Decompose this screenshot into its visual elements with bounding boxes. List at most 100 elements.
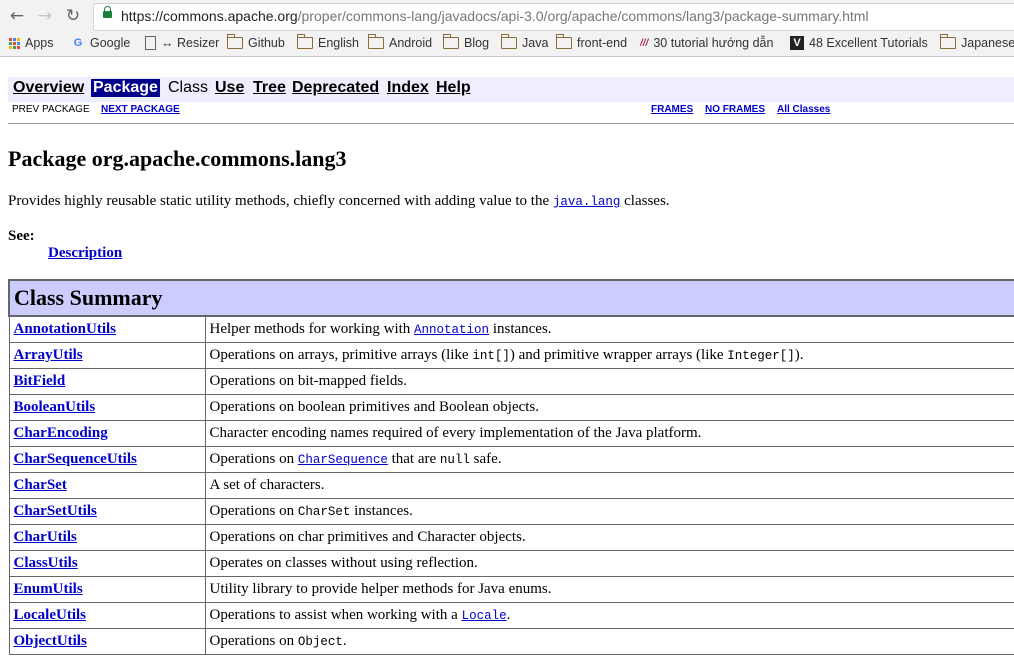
nav-use[interactable]: Use xyxy=(215,79,244,97)
folder-icon xyxy=(556,34,572,49)
code-text: CharSet xyxy=(297,505,351,519)
bookmark-english[interactable]: English xyxy=(297,34,359,50)
bookmarks-bar: Apps G Google ↔ Resizer Github English A… xyxy=(0,32,1014,57)
table-row: CharSequenceUtils Operations on CharSeque… xyxy=(8,446,1014,473)
nav-tree[interactable]: Tree xyxy=(253,79,286,97)
table-row: ObjectUtils Operations on Object. xyxy=(8,628,1014,655)
class-name-cell: BitField xyxy=(8,368,206,395)
table-row: CharSet A set of characters. xyxy=(8,472,1014,499)
class-link[interactable]: ArrayUtils xyxy=(14,347,83,363)
class-link[interactable]: CharSetUtils xyxy=(14,503,97,519)
bookmark-android[interactable]: Android xyxy=(368,34,432,50)
bookmark-front-end[interactable]: front-end xyxy=(556,34,627,50)
class-link[interactable]: CharUtils xyxy=(14,529,77,545)
class-name-cell: ClassUtils xyxy=(8,550,206,577)
class-summary-heading: Class Summary xyxy=(8,279,1014,317)
class-description-cell: A set of characters. xyxy=(204,472,1014,499)
bookmark-apps[interactable]: Apps xyxy=(9,36,54,50)
bookmark-30-tutorial[interactable]: /// 30 tutorial hướng dẫn xyxy=(640,36,773,50)
table-row: EnumUtils Utility library to provide help… xyxy=(8,576,1014,603)
lock-icon xyxy=(103,6,112,18)
nav-deprecated[interactable]: Deprecated xyxy=(292,79,379,97)
table-row: ClassUtils Operates on classes without us… xyxy=(8,550,1014,577)
table-row: LocaleUtils Operations to assist when wor… xyxy=(8,602,1014,629)
code-text: Integer[] xyxy=(727,349,795,363)
class-link[interactable]: EnumUtils xyxy=(14,581,83,597)
table-row: AnnotationUtils Helper methods for workin… xyxy=(8,315,1014,343)
v-logo-icon: V xyxy=(790,36,804,50)
frames-link[interactable]: FRAMES xyxy=(651,104,693,115)
type-link[interactable]: Locale xyxy=(462,609,507,623)
table-row: CharEncoding Character encoding names req… xyxy=(8,420,1014,447)
class-description-cell: Operates on classes without using reflec… xyxy=(204,550,1014,577)
code-text: Object xyxy=(297,635,343,649)
class-description-cell: Operations on boolean primitives and Boo… xyxy=(204,394,1014,421)
apps-grid-icon xyxy=(9,37,20,49)
class-link[interactable]: LocaleUtils xyxy=(14,607,87,623)
class-description-cell: Operations to assist when working with a… xyxy=(204,602,1014,629)
class-name-cell: CharSet xyxy=(8,472,206,499)
back-icon[interactable]: ← xyxy=(6,5,28,27)
bookmark-java[interactable]: Java xyxy=(501,34,548,50)
class-link[interactable]: CharSet xyxy=(14,477,67,493)
page-content: Overview Package Class Use Tree Deprecat… xyxy=(0,57,1014,657)
type-link[interactable]: Annotation xyxy=(414,323,489,337)
no-frames-link[interactable]: NO FRAMES xyxy=(705,104,765,115)
javadoc-navbar: Overview Package Class Use Tree Deprecat… xyxy=(8,77,1014,102)
type-link[interactable]: CharSequence xyxy=(298,453,388,467)
class-name-cell: CharSetUtils xyxy=(8,498,206,525)
all-classes-link[interactable]: All Classes xyxy=(777,104,830,115)
class-link[interactable]: BitField xyxy=(14,373,66,389)
table-row: ArrayUtils Operations on arrays, primitiv… xyxy=(8,342,1014,369)
class-description-cell: Operations on Object. xyxy=(204,628,1014,655)
nav-help[interactable]: Help xyxy=(436,79,471,97)
bookmark-japanese[interactable]: Japanese xyxy=(940,34,1014,50)
bookmark-48-excellent[interactable]: V 48 Excellent Tutorials xyxy=(790,36,928,50)
class-name-cell: EnumUtils xyxy=(8,576,206,603)
url-text: https://commons.apache.org/proper/common… xyxy=(121,8,869,24)
address-bar[interactable]: https://commons.apache.org/proper/common… xyxy=(93,3,1014,31)
bookmark-resizer[interactable]: ↔ Resizer xyxy=(145,36,219,50)
class-name-cell: ObjectUtils xyxy=(8,628,206,655)
folder-icon xyxy=(501,34,517,49)
nav-class: Class xyxy=(168,79,209,96)
browser-toolbar: ← → ↻ https://commons.apache.org/proper/… xyxy=(0,0,1014,32)
bookmark-blog[interactable]: Blog xyxy=(443,34,489,50)
class-description-cell: Character encoding names required of eve… xyxy=(204,420,1014,447)
class-link[interactable]: CharEncoding xyxy=(14,425,108,441)
nav-package: Package xyxy=(91,79,160,97)
folder-icon xyxy=(443,34,459,49)
code-text: int[] xyxy=(472,349,510,363)
bookmark-google[interactable]: G Google xyxy=(71,36,131,50)
page-icon xyxy=(145,36,156,50)
class-name-cell: ArrayUtils xyxy=(8,342,206,369)
class-name-cell: BooleanUtils xyxy=(8,394,206,421)
class-link[interactable]: CharSequenceUtils xyxy=(14,451,137,467)
class-name-cell: LocaleUtils xyxy=(8,602,206,629)
reload-icon[interactable]: ↻ xyxy=(62,5,84,27)
class-link[interactable]: BooleanUtils xyxy=(14,399,96,415)
class-summary-table: Class Summary AnnotationUtils Helper meth… xyxy=(8,279,1014,655)
nav-overview[interactable]: Overview xyxy=(13,79,84,97)
folder-icon xyxy=(227,34,243,49)
table-row: CharSetUtils Operations on CharSet instan… xyxy=(8,498,1014,525)
bookmark-github[interactable]: Github xyxy=(227,34,285,50)
class-link[interactable]: ObjectUtils xyxy=(14,633,87,649)
forward-icon[interactable]: → xyxy=(34,5,56,27)
folder-icon xyxy=(940,34,956,49)
java-lang-link[interactable]: java.lang xyxy=(553,195,621,209)
class-name-cell: CharEncoding xyxy=(8,420,206,447)
site-logo-icon: /// xyxy=(640,37,649,49)
google-icon: G xyxy=(73,37,83,49)
table-row: BitField Operations on bit-mapped fields. xyxy=(8,368,1014,395)
see-label: See: xyxy=(8,228,35,244)
folder-icon xyxy=(297,34,313,49)
class-link[interactable]: ClassUtils xyxy=(14,555,78,571)
nav-index[interactable]: Index xyxy=(387,79,429,97)
class-description-cell: Operations on CharSet instances. xyxy=(204,498,1014,525)
table-row: CharUtils Operations on char primitives a… xyxy=(8,524,1014,551)
description-link[interactable]: Description xyxy=(48,245,122,262)
next-package-link[interactable]: NEXT PACKAGE xyxy=(101,104,180,115)
class-link[interactable]: AnnotationUtils xyxy=(14,321,117,337)
class-description-cell: Operations on bit-mapped fields. xyxy=(204,368,1014,395)
